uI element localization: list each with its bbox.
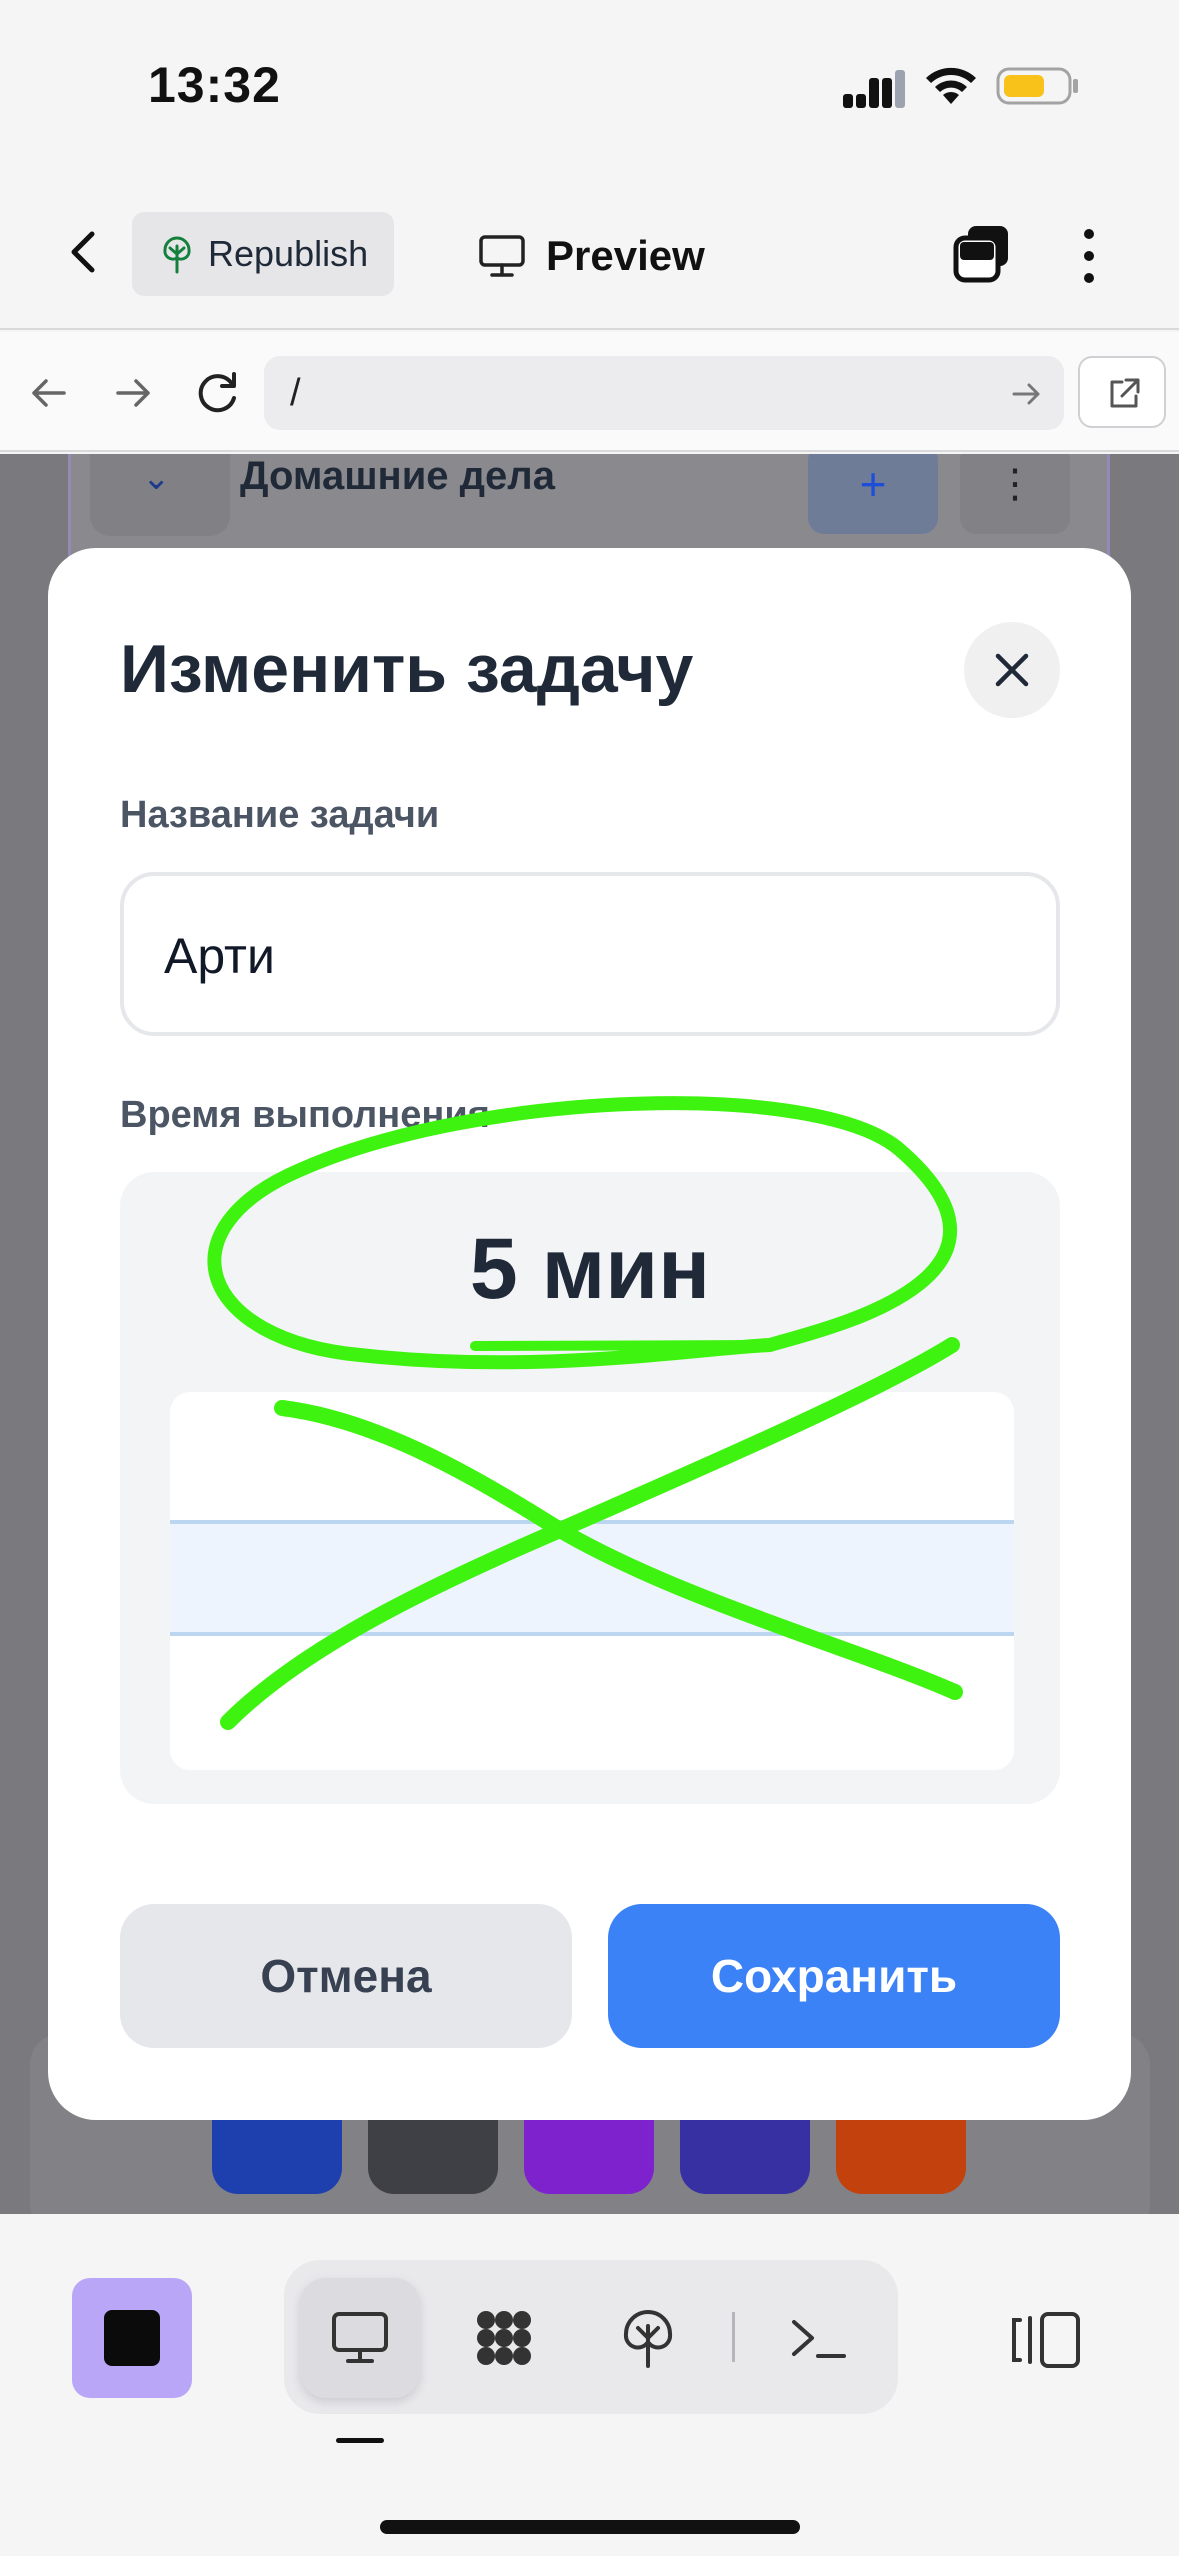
duration-value: 5 мин	[469, 1221, 711, 1317]
section-more-button[interactable]: ⋮	[960, 454, 1070, 534]
cancel-button[interactable]: Отмена	[120, 1904, 572, 2048]
home-indicator	[380, 2520, 800, 2534]
republish-button[interactable]: Republish	[132, 212, 394, 296]
monitor-icon	[479, 235, 525, 277]
expand-chevron-button[interactable]: ⌄	[90, 454, 230, 536]
browser-forward-icon[interactable]	[112, 372, 154, 414]
address-bar: /	[0, 332, 1179, 452]
reload-icon[interactable]	[192, 368, 242, 418]
tool-preview[interactable]	[300, 2278, 420, 2398]
tree-icon	[163, 236, 191, 274]
active-tool-indicator	[336, 2438, 384, 2443]
duration-wheel-picker[interactable]	[170, 1392, 1014, 1770]
url-text: /	[290, 372, 301, 414]
task-name-input[interactable]	[164, 916, 1024, 996]
url-field[interactable]: /	[264, 356, 1064, 430]
section-header-row: ⌄ Домашние дела + ⋮	[90, 454, 1090, 544]
open-external-button[interactable]	[1078, 356, 1166, 428]
tool-switcher	[284, 2260, 898, 2414]
tree-icon	[623, 2309, 673, 2368]
duration-picker-box: 5 мин	[120, 1172, 1060, 1804]
tool-network[interactable]	[444, 2278, 564, 2398]
monitor-icon	[332, 2312, 388, 2363]
go-arrow-icon[interactable]	[1010, 378, 1042, 410]
close-button[interactable]	[964, 622, 1060, 718]
stop-icon	[104, 2310, 160, 2366]
edit-task-dialog: Изменить задачу Название задачи Время вы…	[48, 548, 1131, 2120]
tool-terminal[interactable]	[758, 2278, 878, 2398]
battery-icon	[996, 67, 1078, 105]
more-vertical-icon[interactable]	[1074, 226, 1104, 286]
section-title: Домашние дела	[240, 454, 555, 498]
close-icon	[995, 653, 1029, 687]
back-chevron-icon[interactable]	[60, 228, 108, 276]
terminal-icon	[792, 2320, 846, 2358]
duration-label: Время выполнения	[120, 1094, 490, 1136]
add-task-button[interactable]: +	[808, 454, 938, 534]
tool-divider	[732, 2312, 735, 2362]
dialog-title: Изменить задачу	[120, 631, 694, 707]
picker-selection-band	[170, 1520, 1014, 1636]
bottom-toolbar	[0, 2214, 1179, 2556]
preview-button[interactable]: Preview	[478, 216, 705, 296]
save-button[interactable]: Сохранить	[608, 1904, 1060, 2048]
side-panel-icon[interactable]	[1010, 2310, 1082, 2370]
network-icon	[477, 2311, 531, 2365]
preview-label: Preview	[546, 232, 705, 279]
cellular-signal-icon	[843, 70, 905, 108]
stop-button[interactable]	[72, 2278, 192, 2398]
task-name-field[interactable]	[120, 872, 1060, 1036]
external-link-icon	[1110, 378, 1140, 408]
tabs-stack-icon[interactable]	[950, 222, 1014, 286]
status-time: 13:32	[148, 57, 281, 113]
top-toolbar: Republish Preview	[0, 170, 1179, 330]
task-name-label: Название задачи	[120, 794, 440, 836]
status-bar: 13:32	[0, 0, 1179, 170]
browser-back-icon[interactable]	[28, 372, 70, 414]
wifi-icon	[926, 67, 976, 104]
republish-label: Republish	[208, 233, 369, 274]
chevron-down-icon: ⌄	[142, 459, 171, 497]
tool-deploy[interactable]	[588, 2278, 708, 2398]
